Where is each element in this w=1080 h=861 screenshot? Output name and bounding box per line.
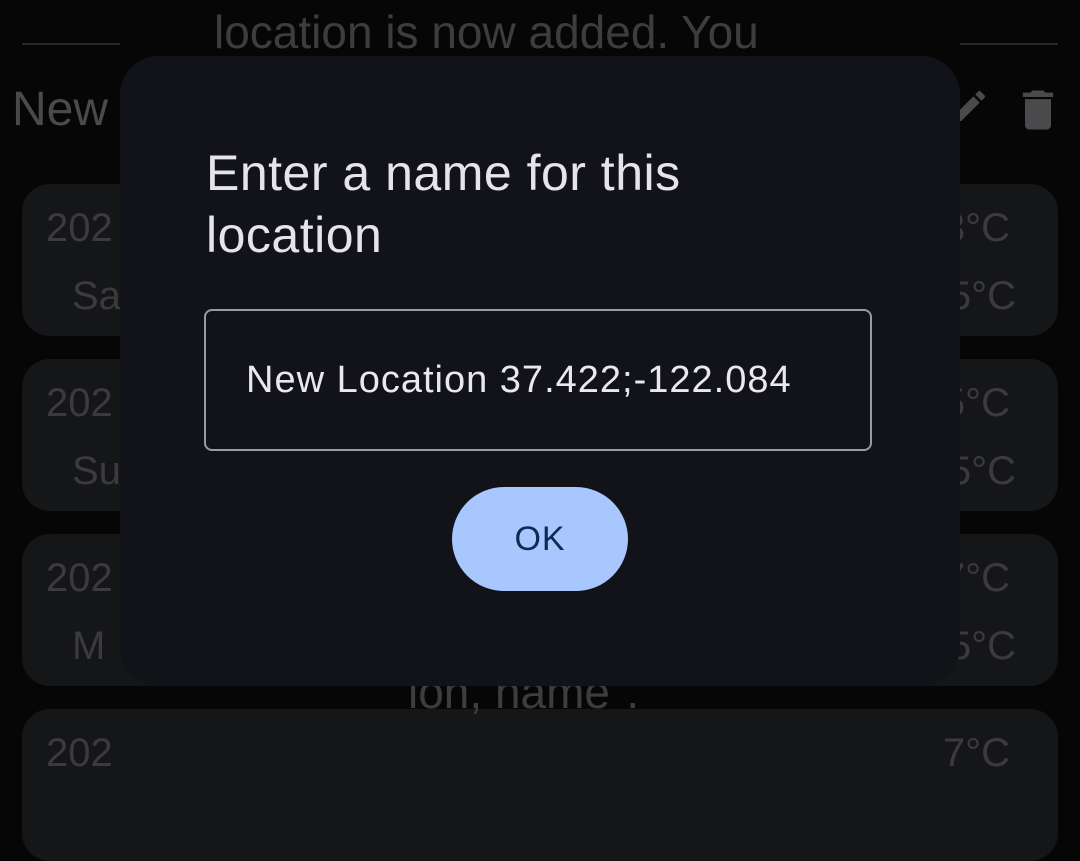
forecast-temp-high: 7°C xyxy=(942,731,1010,775)
location-name-value[interactable]: New Location 37.422;-122.084 xyxy=(246,355,836,405)
forecast-day: Sa xyxy=(72,274,121,318)
background-message: location is now added. You xyxy=(214,6,759,58)
forecast-date: 202 xyxy=(46,556,113,600)
ok-button[interactable]: OK xyxy=(452,487,628,591)
dialog-title: Enter a name for this location xyxy=(206,145,681,263)
delete-icon[interactable] xyxy=(1012,84,1064,136)
location-heading: New xyxy=(12,83,109,136)
forecast-date: 202 xyxy=(46,731,113,775)
forecast-day: Su xyxy=(72,449,121,493)
forecast-date: 202 xyxy=(46,206,113,250)
location-name-dialog: Enter a name for this location New Locat… xyxy=(120,56,960,686)
divider-left xyxy=(22,43,120,45)
forecast-day: M xyxy=(72,624,106,668)
forecast-card[interactable]: 202 7°C xyxy=(22,709,1058,861)
location-name-input[interactable]: New Location 37.422;-122.084 xyxy=(204,309,872,451)
forecast-date: 202 xyxy=(46,381,113,425)
divider-right xyxy=(960,43,1058,45)
